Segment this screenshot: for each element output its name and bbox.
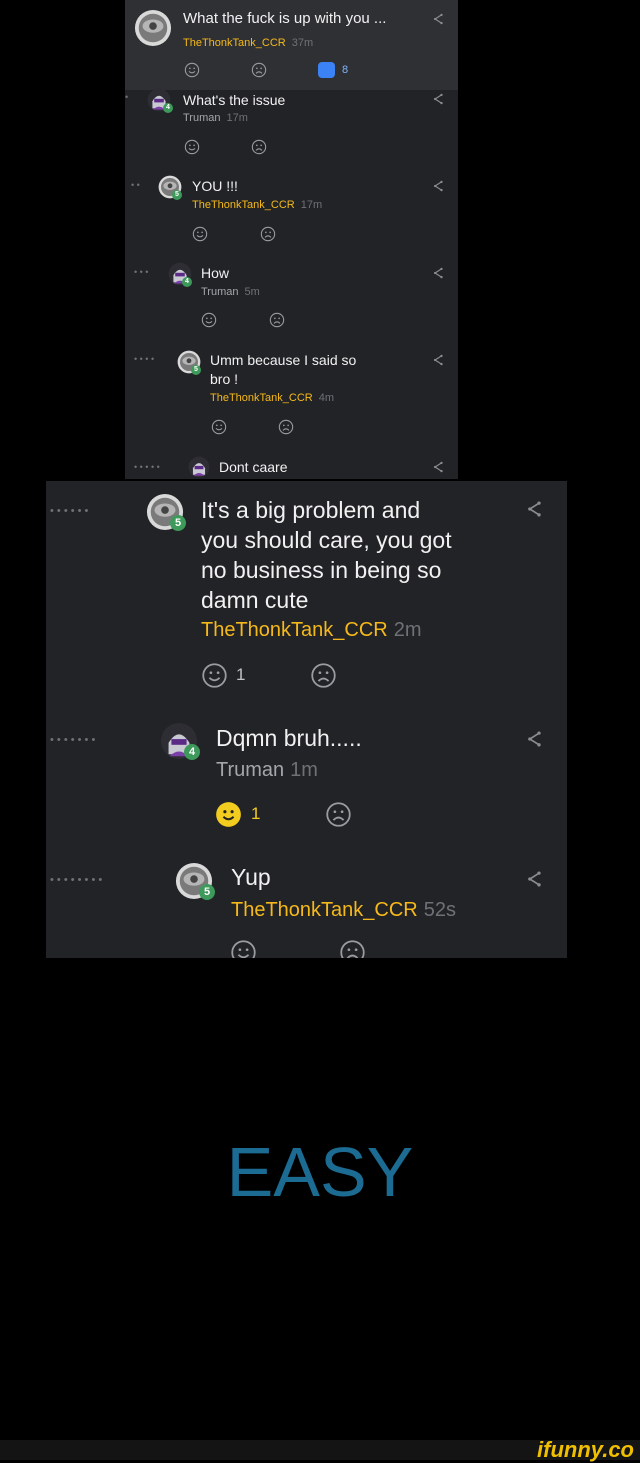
share-icon[interactable] <box>431 12 445 26</box>
small-thread-panel: What the fuck is up with you ... TheThon… <box>125 0 458 479</box>
thread-depth-dots: • • • • • <box>134 462 160 472</box>
ifunny-logo: ifunny.co <box>537 1437 634 1462</box>
thread-depth-dots: • • • • • • • • <box>50 874 103 886</box>
frown-icon[interactable] <box>269 312 285 328</box>
big-thread-panel: • • • • • • 5 It's a big problem and you… <box>46 481 567 958</box>
username[interactable]: TheThonkTank_CCR <box>210 392 313 404</box>
thread-depth-dots: • • <box>131 180 140 190</box>
level-badge: 4 <box>184 744 200 760</box>
frown-icon[interactable] <box>260 226 276 242</box>
share-icon[interactable] <box>524 729 544 749</box>
replies-count: 8 <box>342 64 349 76</box>
share-icon[interactable] <box>431 460 445 474</box>
smile-icon[interactable] <box>211 419 227 435</box>
level-badge: 5 <box>191 365 201 375</box>
thread-depth-dots: • • • • • • • <box>50 734 96 746</box>
level-badge: 4 <box>163 103 173 113</box>
watermark-bar: ifunny.co <box>0 1437 640 1462</box>
username[interactable]: TheThonkTank_CCR <box>201 619 388 641</box>
share-icon[interactable] <box>431 92 445 106</box>
comment-text: Dqmn bruh..... <box>216 725 362 751</box>
smile-icon[interactable] <box>230 939 257 958</box>
comment-text: What the fuck is up with you ... <box>183 10 387 27</box>
smile-icon[interactable] <box>184 62 200 78</box>
username[interactable]: TheThonkTank_CCR <box>183 37 286 49</box>
smile-icon[interactable] <box>201 312 217 328</box>
smile-count: 1 <box>251 804 261 823</box>
replies-icon[interactable] <box>318 62 335 78</box>
frown-icon[interactable] <box>278 419 294 435</box>
comment-text: Dont caare <box>219 459 288 475</box>
smile-icon[interactable] <box>192 226 208 242</box>
comment-line: no business in being so <box>201 557 442 583</box>
comment-line: you should care, you got <box>201 527 452 553</box>
share-icon[interactable] <box>431 266 445 280</box>
timestamp: 1m <box>290 759 318 781</box>
caption-text: EASY <box>226 1133 414 1211</box>
username[interactable]: Truman <box>201 286 239 298</box>
thread-depth-dots: • <box>125 92 129 102</box>
timestamp: 2m <box>393 619 422 641</box>
level-badge: 5 <box>199 884 215 900</box>
smile-icon[interactable] <box>184 139 200 155</box>
timestamp: 17m <box>300 199 323 211</box>
frown-icon[interactable] <box>251 62 267 78</box>
share-icon[interactable] <box>524 499 544 519</box>
share-icon[interactable] <box>431 353 445 367</box>
timestamp: 4m <box>318 392 334 404</box>
comment-meta: TheThonkTank_CCR 37m <box>183 37 313 49</box>
timestamp: 37m <box>291 37 314 49</box>
frown-icon[interactable] <box>310 662 337 689</box>
thread-depth-dots: • • • • <box>134 354 155 364</box>
share-icon[interactable] <box>431 179 445 193</box>
comment-line: damn cute <box>201 587 309 613</box>
level-badge: 5 <box>170 515 186 531</box>
frown-icon[interactable] <box>339 939 366 958</box>
username[interactable]: Truman <box>183 112 221 124</box>
thread-depth-dots: • • • • • • <box>50 505 89 517</box>
comment-text: What's the issue <box>183 92 286 108</box>
username[interactable]: TheThonkTank_CCR <box>192 199 295 211</box>
frown-icon[interactable] <box>251 139 267 155</box>
timestamp: 5m <box>244 286 260 298</box>
comment-text: How <box>201 265 230 281</box>
comment-text: YOU !!! <box>192 178 238 194</box>
parent-comment: What the fuck is up with you ... TheThon… <box>125 0 458 90</box>
thread-depth-dots: • • • <box>134 267 149 277</box>
timestamp: 17m <box>226 112 248 124</box>
level-badge: 5 <box>172 190 182 200</box>
smile-active-icon[interactable] <box>215 801 242 828</box>
avatar-anime-icon[interactable] <box>188 456 210 478</box>
username[interactable]: TheThonkTank_CCR <box>231 899 418 921</box>
comment-line: It's a big problem and <box>201 497 421 523</box>
comment-text: It's a big problem and you should care, … <box>201 495 452 615</box>
smile-icon[interactable] <box>201 662 228 689</box>
username[interactable]: Truman <box>216 759 284 781</box>
timestamp: 52s <box>423 899 456 921</box>
avatar-ball-icon[interactable] <box>134 9 172 47</box>
comment-text-line: bro ! <box>210 371 239 387</box>
share-icon[interactable] <box>524 869 544 889</box>
comment-text: Yup <box>231 864 271 890</box>
frown-icon[interactable] <box>325 801 352 828</box>
comment-text-line: Umm because I said so <box>210 352 357 368</box>
smile-count: 1 <box>236 665 246 684</box>
level-badge: 4 <box>182 277 192 287</box>
